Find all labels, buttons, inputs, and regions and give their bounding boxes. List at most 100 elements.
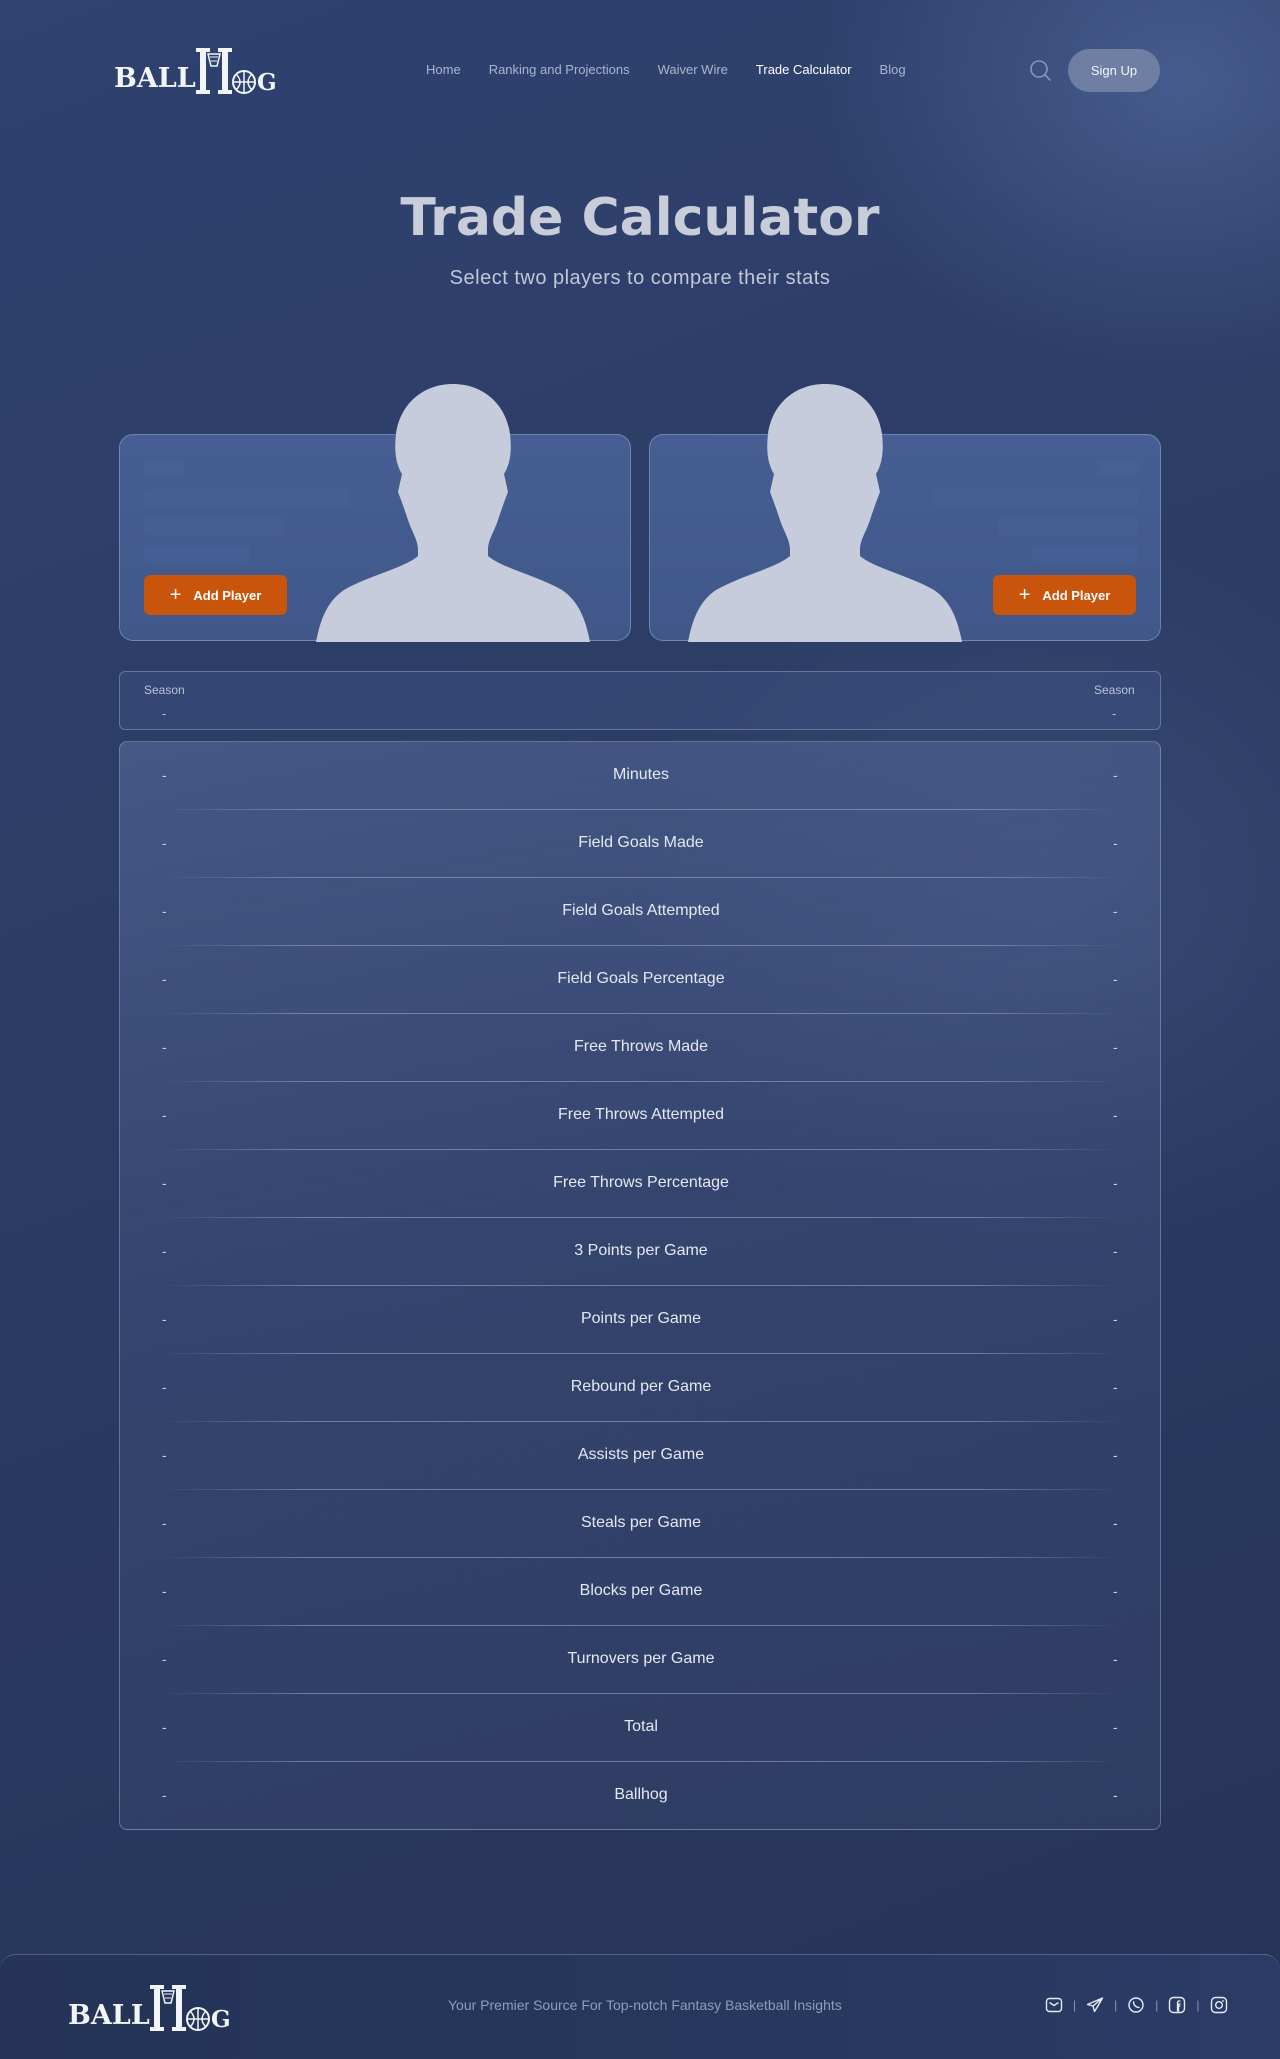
stat-value-right: - [1113, 1379, 1118, 1395]
season-selector-bar: Season - Season - [119, 671, 1161, 730]
stat-value-left: - [162, 903, 167, 919]
ballhog-logo[interactable]: BALL G [114, 46, 288, 98]
svg-text:G: G [211, 2006, 231, 2033]
footer-tagline: Your Premier Source For Top-notch Fantas… [448, 1997, 842, 2013]
add-player-label: Add Player [193, 587, 262, 603]
stat-row: Free Throws Attempted - - [120, 1082, 1160, 1150]
add-player-button-right[interactable]: + Add Player [993, 575, 1136, 615]
stat-row: Ballhog - - [120, 1762, 1160, 1829]
stat-value-right: - [1113, 1243, 1118, 1259]
stat-label: Rebound per Game [570, 1378, 712, 1395]
facebook-icon[interactable] [1167, 1995, 1187, 2015]
stat-label: Assists per Game [577, 1446, 705, 1463]
stat-label: Field Goals Percentage [557, 970, 725, 987]
stat-value-left: - [162, 835, 167, 851]
main-nav: Home Ranking and Projections Waiver Wire… [426, 62, 906, 77]
telegram-icon[interactable] [1085, 1995, 1105, 2015]
plus-icon: + [169, 584, 182, 606]
stat-value-right: - [1113, 1515, 1118, 1531]
stat-row: 3 Points per Game - - [120, 1218, 1160, 1286]
skeleton-placeholder [1032, 545, 1138, 563]
stat-value-right: - [1113, 1311, 1118, 1327]
stat-row: Field Goals Percentage - - [120, 946, 1160, 1014]
skeleton-placeholder [998, 517, 1138, 535]
divider: | [1073, 1998, 1077, 2012]
stat-label: Field Goals Attempted [562, 902, 720, 919]
stat-value-left: - [162, 1379, 167, 1395]
stat-value-right: - [1113, 903, 1118, 919]
nav-home[interactable]: Home [426, 62, 461, 77]
stat-row: Field Goals Made - - [120, 810, 1160, 878]
stat-row: Free Throws Percentage - - [120, 1150, 1160, 1218]
stat-row: Steals per Game - - [120, 1490, 1160, 1558]
skeleton-placeholder [144, 517, 284, 535]
stat-label: Turnovers per Game [567, 1650, 715, 1667]
stat-value-right: - [1113, 767, 1118, 783]
stat-value-left: - [162, 971, 167, 987]
page-title: Trade Calculator [400, 188, 880, 248]
skeleton-placeholder [144, 459, 184, 477]
add-player-label: Add Player [1042, 587, 1111, 603]
stat-value-right: - [1113, 1651, 1118, 1667]
player-silhouette-right [688, 384, 962, 642]
stat-label: Free Throws Attempted [558, 1106, 724, 1123]
season-value-left[interactable]: - [162, 706, 166, 721]
stat-label: Free Throws Percentage [553, 1174, 729, 1191]
stat-value-right: - [1113, 971, 1118, 987]
stat-label: Total [624, 1718, 658, 1735]
site-footer: BALL G Your Premier Source For Top-notch… [0, 1954, 1280, 2059]
stat-value-right: - [1113, 1039, 1118, 1055]
search-icon[interactable] [1028, 58, 1052, 82]
stat-value-left: - [162, 1447, 167, 1463]
nav-waiver-wire[interactable]: Waiver Wire [658, 62, 728, 77]
divider: | [1155, 1998, 1159, 2012]
stat-row: Assists per Game - - [120, 1422, 1160, 1490]
divider: | [1114, 1998, 1118, 2012]
skeleton-placeholder [144, 545, 250, 563]
stat-value-left: - [162, 1311, 167, 1327]
page-subtitle: Select two players to compare their stat… [449, 267, 831, 289]
divider: | [1196, 1998, 1200, 2012]
stat-value-left: - [162, 767, 167, 783]
sign-up-button[interactable]: Sign Up [1068, 49, 1160, 92]
stat-value-left: - [162, 1243, 167, 1259]
nav-blog[interactable]: Blog [880, 62, 906, 77]
stat-label: Blocks per Game [579, 1582, 703, 1599]
svg-text:G: G [257, 69, 277, 96]
season-label-right: Season [1094, 683, 1135, 697]
stat-value-right: - [1113, 1787, 1118, 1803]
nav-trade-calculator[interactable]: Trade Calculator [756, 62, 852, 77]
stat-label: Free Throws Made [574, 1038, 708, 1055]
player-silhouette-left [316, 384, 590, 642]
social-links: | | | | [1044, 1995, 1229, 2015]
stat-row: Field Goals Attempted - - [120, 878, 1160, 946]
stat-label: Minutes [612, 766, 670, 783]
season-value-right[interactable]: - [1112, 706, 1116, 721]
stat-label: Ballhog [614, 1786, 668, 1803]
add-player-button-left[interactable]: + Add Player [144, 575, 287, 615]
stat-value-right: - [1113, 1107, 1118, 1123]
email-icon[interactable] [1044, 1995, 1064, 2015]
site-header: BALL G Home Ranking and Projections Waiv… [0, 0, 1280, 140]
stat-row: Turnovers per Game - - [120, 1626, 1160, 1694]
skeleton-placeholder [1098, 459, 1138, 477]
ballhog-logo[interactable]: BALL G [68, 1983, 242, 2035]
stat-value-right: - [1113, 1719, 1118, 1735]
stat-row: Blocks per Game - - [120, 1558, 1160, 1626]
stats-comparison-table: Minutes - - Field Goals Made - - Field Goals A… [119, 741, 1161, 1830]
stat-value-left: - [162, 1107, 167, 1123]
stat-label: Field Goals Made [578, 834, 704, 851]
stat-value-right: - [1113, 1175, 1118, 1191]
whatsapp-icon[interactable] [1126, 1995, 1146, 2015]
stat-value-left: - [162, 1719, 167, 1735]
season-label-left: Season [144, 683, 185, 697]
stat-value-right: - [1113, 1447, 1118, 1463]
instagram-icon[interactable] [1209, 1995, 1229, 2015]
stat-value-left: - [162, 1787, 167, 1803]
stat-value-right: - [1113, 1583, 1118, 1599]
stat-value-left: - [162, 1583, 167, 1599]
nav-ranking-projections[interactable]: Ranking and Projections [489, 62, 630, 77]
stat-row: Free Throws Made - - [120, 1014, 1160, 1082]
stat-value-left: - [162, 1175, 167, 1191]
stat-label: 3 Points per Game [574, 1242, 708, 1259]
